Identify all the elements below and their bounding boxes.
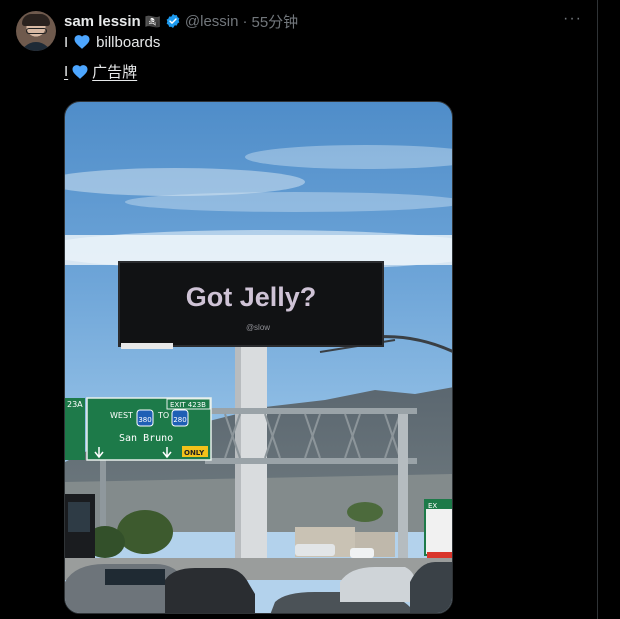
sign-only: ONLY [184, 449, 205, 457]
tweet-text-line-1: I billboards [64, 33, 160, 51]
sign-west: WEST [110, 411, 133, 420]
tweet-header: sam lessin 🏴‍☠️ @lessin · 55分钟 [64, 11, 298, 32]
pirate-flag-emoji: 🏴‍☠️ [144, 13, 161, 29]
sign-destination: San Bruno [119, 433, 173, 444]
billboard-headline: Got Jelly? [186, 282, 317, 312]
tweet-text-suffix: billboards [96, 33, 161, 51]
more-options-icon[interactable]: ··· [563, 11, 581, 30]
tweet-translation-line: I 广告牌 [64, 61, 137, 82]
timeline-column-divider [597, 0, 598, 619]
separator-dot: · [242, 12, 248, 30]
tweet-timestamp[interactable]: 55分钟 [251, 11, 298, 32]
author-handle[interactable]: @lessin [185, 13, 239, 30]
sign-route-380: 380 [138, 416, 151, 424]
tweet-text-prefix: I [64, 33, 69, 51]
author-avatar[interactable] [16, 11, 56, 51]
blue-heart-icon [72, 64, 88, 79]
sign-right-exit: EX [428, 502, 437, 510]
translation-prefix: I [64, 63, 69, 80]
author-name[interactable]: sam lessin [64, 13, 141, 30]
sign-to: TO [157, 411, 169, 420]
blue-heart-icon [74, 35, 90, 49]
sign-exit-number: EXIT 423B [170, 401, 206, 409]
sign-exit-left: 23A [67, 400, 83, 409]
billboard-handle: @slow [246, 323, 270, 332]
sign-route-280: 280 [173, 416, 186, 424]
verified-badge-icon [166, 14, 180, 28]
billboard-scene: Got Jelly? @slow 23A EXIT 423B WEST 380 … [65, 145, 452, 613]
translation-suffix: 广告牌 [92, 64, 138, 81]
tweet-photo[interactable]: Got Jelly? @slow 23A EXIT 423B WEST 380 … [64, 101, 453, 614]
